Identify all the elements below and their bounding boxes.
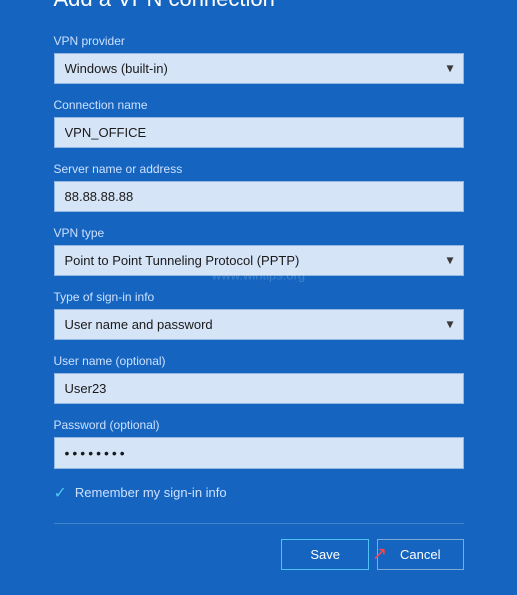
save-button[interactable]: Save bbox=[281, 539, 369, 570]
vpn-type-select[interactable]: Point to Point Tunneling Protocol (PPTP) bbox=[54, 245, 464, 276]
user-name-group: User name (optional) bbox=[54, 354, 464, 404]
user-name-input[interactable] bbox=[54, 373, 464, 404]
connection-name-input[interactable] bbox=[54, 117, 464, 148]
user-name-label: User name (optional) bbox=[54, 354, 464, 368]
server-name-label: Server name or address bbox=[54, 162, 464, 176]
vpn-provider-label: VPN provider bbox=[54, 34, 464, 48]
save-wrapper: Save ↗ bbox=[281, 539, 369, 570]
password-label: Password (optional) bbox=[54, 418, 464, 432]
sign-in-type-group: Type of sign-in info User name and passw… bbox=[54, 290, 464, 340]
vpn-type-group: VPN type Point to Point Tunneling Protoc… bbox=[54, 226, 464, 276]
remember-row: ✓ Remember my sign-in info bbox=[54, 483, 464, 503]
arrow-indicator: ↗ bbox=[372, 544, 387, 565]
remember-checkmark: ✓ bbox=[54, 483, 67, 503]
server-name-input[interactable] bbox=[54, 181, 464, 212]
password-group: Password (optional) bbox=[54, 418, 464, 469]
buttons-row: Save ↗ Cancel bbox=[54, 523, 464, 570]
dialog-title: Add a VPN connection bbox=[54, 0, 464, 12]
sign-in-type-select-wrapper: User name and password bbox=[54, 309, 464, 340]
connection-name-group: Connection name bbox=[54, 98, 464, 148]
cancel-button[interactable]: Cancel bbox=[377, 539, 463, 570]
sign-in-type-label: Type of sign-in info bbox=[54, 290, 464, 304]
server-name-group: Server name or address bbox=[54, 162, 464, 212]
vpn-dialog: www.wintips.org Add a VPN connection VPN… bbox=[19, 0, 499, 595]
vpn-provider-select[interactable]: Windows (built-in) bbox=[54, 53, 464, 84]
vpn-provider-group: VPN provider Windows (built-in) bbox=[54, 34, 464, 84]
vpn-provider-select-wrapper: Windows (built-in) bbox=[54, 53, 464, 84]
vpn-type-select-wrapper: Point to Point Tunneling Protocol (PPTP) bbox=[54, 245, 464, 276]
remember-label: Remember my sign-in info bbox=[75, 485, 227, 500]
vpn-type-label: VPN type bbox=[54, 226, 464, 240]
password-input[interactable] bbox=[54, 437, 464, 469]
connection-name-label: Connection name bbox=[54, 98, 464, 112]
sign-in-type-select[interactable]: User name and password bbox=[54, 309, 464, 340]
